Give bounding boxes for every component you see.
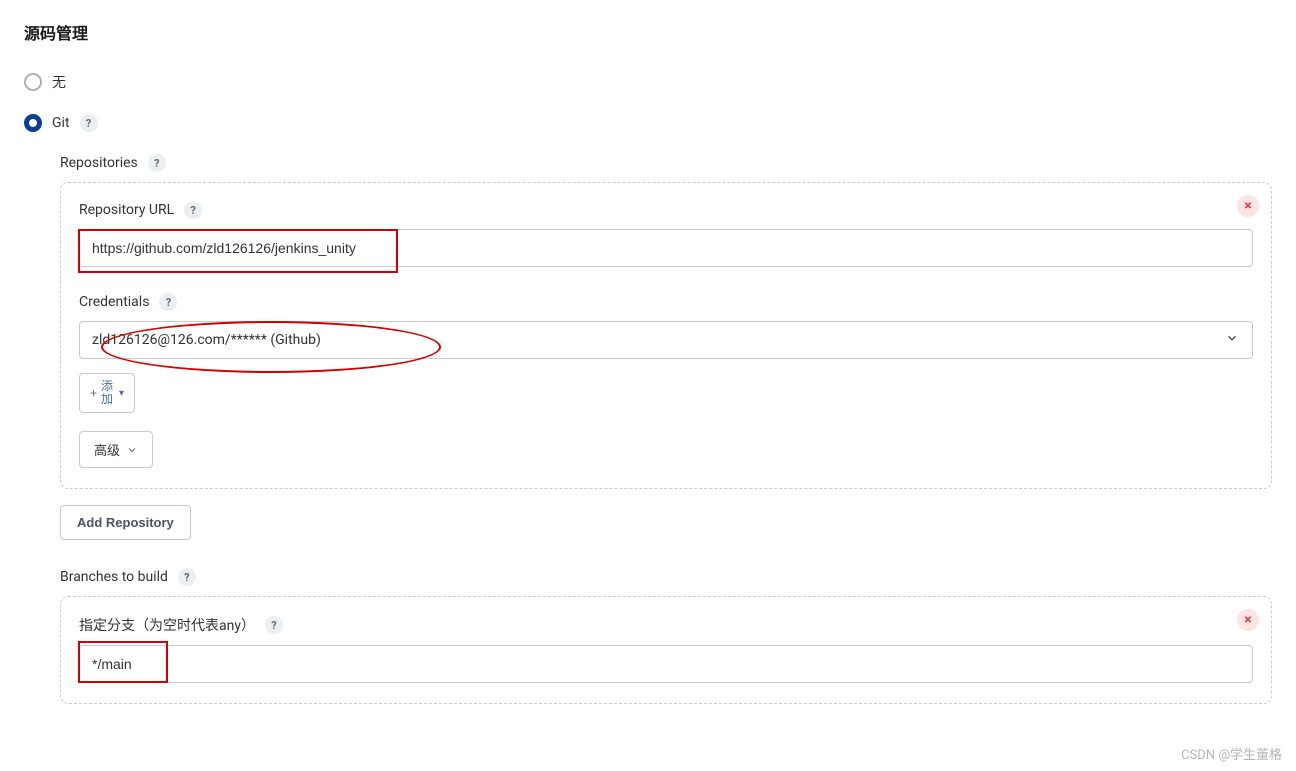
help-icon[interactable]: ? xyxy=(178,568,196,586)
close-icon[interactable]: × xyxy=(1237,195,1259,217)
repositories-label: Repositories xyxy=(60,155,138,171)
branch-spec-label: 指定分支（为空时代表any） xyxy=(79,615,255,635)
chevron-down-icon xyxy=(126,444,138,456)
help-icon[interactable]: ? xyxy=(265,616,283,634)
caret-down-icon: ▾ xyxy=(119,388,124,399)
scm-option-git[interactable]: Git ? xyxy=(24,114,1272,132)
branch-spec-input[interactable] xyxy=(79,645,1253,683)
advanced-button[interactable]: 高级 xyxy=(79,431,153,468)
credentials-select[interactable]: zld126126@126.com/****** (Github) xyxy=(79,321,1253,359)
branches-label: Branches to build xyxy=(60,569,168,585)
radio-none[interactable] xyxy=(24,73,42,91)
repo-url-input[interactable] xyxy=(79,229,1253,267)
section-title: 源码管理 xyxy=(24,20,1272,44)
help-icon[interactable]: ? xyxy=(80,114,98,132)
repositories-label-row: Repositories ? xyxy=(60,154,1272,172)
add-credentials-button[interactable]: + 添 加 ▾ xyxy=(79,373,135,413)
branches-label-row: Branches to build ? xyxy=(60,568,1272,586)
watermark: CSDN @学生董格 xyxy=(1181,744,1282,763)
add-repository-button[interactable]: Add Repository xyxy=(60,505,191,540)
plus-icon: + xyxy=(90,386,97,400)
repo-url-label: Repository URL xyxy=(79,202,174,218)
help-icon[interactable]: ? xyxy=(184,201,202,219)
radio-none-label: 无 xyxy=(52,72,66,92)
add-repository-label: Add Repository xyxy=(77,515,174,530)
advanced-label: 高级 xyxy=(94,440,120,459)
radio-git-label: Git xyxy=(52,115,70,131)
branch-box: × 指定分支（为空时代表any） ? xyxy=(60,596,1272,704)
branch-spec-label-row: 指定分支（为空时代表any） ? xyxy=(79,615,1253,635)
credentials-select-wrap[interactable]: zld126126@126.com/****** (Github) xyxy=(79,321,1253,359)
credentials-value: zld126126@126.com/****** (Github) xyxy=(92,332,321,348)
radio-git[interactable] xyxy=(24,114,42,132)
close-icon[interactable]: × xyxy=(1237,609,1259,631)
credentials-label-row: Credentials ? xyxy=(79,293,1253,311)
help-icon[interactable]: ? xyxy=(159,293,177,311)
repo-url-label-row: Repository URL ? xyxy=(79,201,1253,219)
add-credentials-label: 添 加 xyxy=(101,380,113,406)
help-icon[interactable]: ? xyxy=(148,154,166,172)
repository-box: × Repository URL ? Credentials ? zld1261… xyxy=(60,182,1272,489)
credentials-label: Credentials xyxy=(79,294,149,310)
scm-option-none[interactable]: 无 xyxy=(24,72,1272,92)
